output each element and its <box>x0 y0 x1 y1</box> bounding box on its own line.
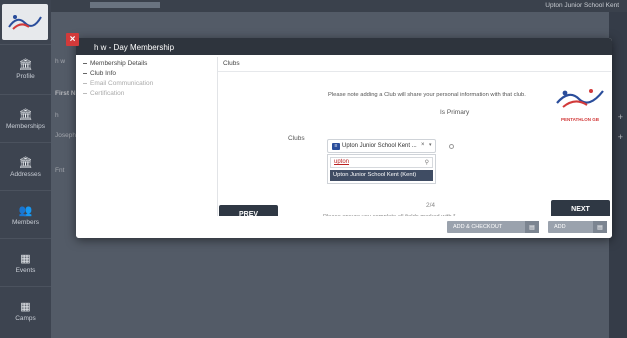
top-bar-club-name: Upton Junior School Kent <box>545 2 619 9</box>
sidebar-item-memberships[interactable]: 🏛 Memberships <box>0 94 51 142</box>
cart-icon: ▤ <box>593 221 607 233</box>
sidebar-item-members[interactable]: 👥 Members <box>0 190 51 238</box>
club-option[interactable]: Upton Junior School Kent (Kent) <box>330 170 433 181</box>
list-icon: ≡ <box>332 143 340 150</box>
selected-club-tag: ≡ Upton Junior School Kent ... <box>330 142 420 151</box>
is-primary-label: Is Primary <box>440 109 470 116</box>
top-bar-logo <box>90 2 160 8</box>
membership-modal: h w - Day Membership Membership Details … <box>76 38 612 238</box>
sidebar-item-profile[interactable]: 🏛 Profile <box>0 44 51 92</box>
search-icon: ⚲ <box>424 160 429 166</box>
step-certification[interactable]: Certification <box>83 90 202 98</box>
add-checkout-label: ADD & CHECKOUT <box>453 224 503 230</box>
selected-club-label: Upton Junior School Kent ... <box>342 143 417 149</box>
club-search-value: upton <box>334 159 350 165</box>
privacy-note: Please note adding a Club will share you… <box>328 92 526 98</box>
sidebar-item-addresses[interactable]: 🏛 Addresses <box>0 142 51 190</box>
section-title: Clubs <box>223 60 240 67</box>
divider <box>218 71 611 72</box>
add-label: ADD <box>554 224 566 230</box>
club-search-input[interactable]: upton ⚲ <box>330 157 433 168</box>
top-bar: Upton Junior School Kent <box>0 0 627 12</box>
modal-title: h w - Day Membership <box>76 38 612 55</box>
clubs-section: Clubs Please note adding a Club will sha… <box>217 57 611 227</box>
sidebar-item-label: Members <box>11 218 40 226</box>
sidebar-item-label: Events <box>15 266 36 274</box>
add-checkout-button[interactable]: ADD & CHECKOUT ▤ <box>447 221 539 233</box>
pentathlon-brand: PENTATHLON GB <box>551 85 609 122</box>
sidebar-item-label: Memberships <box>5 122 45 130</box>
step-club-info[interactable]: Club Info <box>83 70 202 78</box>
pentathlon-logo-icon <box>556 89 604 108</box>
bank-icon: 🏛 <box>18 108 33 121</box>
chevron-down-icon[interactable]: ▾ <box>429 142 432 148</box>
pentathlon-logo-icon <box>8 15 42 30</box>
users-icon: 👥 <box>18 204 33 217</box>
calendar-icon: ▦ <box>20 300 31 313</box>
clear-icon[interactable]: × <box>421 142 425 148</box>
sidebar-item-label: Addresses <box>10 170 41 178</box>
close-icon[interactable]: × <box>66 33 79 46</box>
step-list: Membership Details Club Info Email Commu… <box>82 60 202 100</box>
sidebar: 🏛 Profile 🏛 Memberships 🏛 Addresses 👥 Me… <box>0 0 51 338</box>
step-email-communication[interactable]: Email Communication <box>83 80 202 88</box>
sidebar-item-camps[interactable]: ▦ Camps <box>0 286 51 334</box>
club-dropdown: upton ⚲ Upton Junior School Kent (Kent) <box>327 154 436 184</box>
sidebar-item-events[interactable]: ▦ Events <box>0 238 51 286</box>
sidebar-item-label: Profile <box>16 72 35 80</box>
cart-icon: ▤ <box>525 221 539 233</box>
club-select[interactable]: ≡ Upton Junior School Kent ... × ▾ <box>327 139 436 153</box>
sidebar-logo[interactable] <box>2 4 48 40</box>
calendar-icon: ▦ <box>20 252 31 265</box>
add-button[interactable]: ADD ▤ <box>548 221 607 233</box>
is-primary-radio[interactable] <box>449 144 454 149</box>
bank-icon: 🏛 <box>18 156 33 169</box>
step-membership-details[interactable]: Membership Details <box>83 60 202 68</box>
step-counter: 2/4 <box>426 202 436 209</box>
bank-icon: 🏛 <box>18 58 33 71</box>
brand-text: PENTATHLON GB <box>560 117 600 122</box>
clubs-label: Clubs <box>288 135 305 142</box>
sidebar-item-label: Camps <box>15 314 36 322</box>
